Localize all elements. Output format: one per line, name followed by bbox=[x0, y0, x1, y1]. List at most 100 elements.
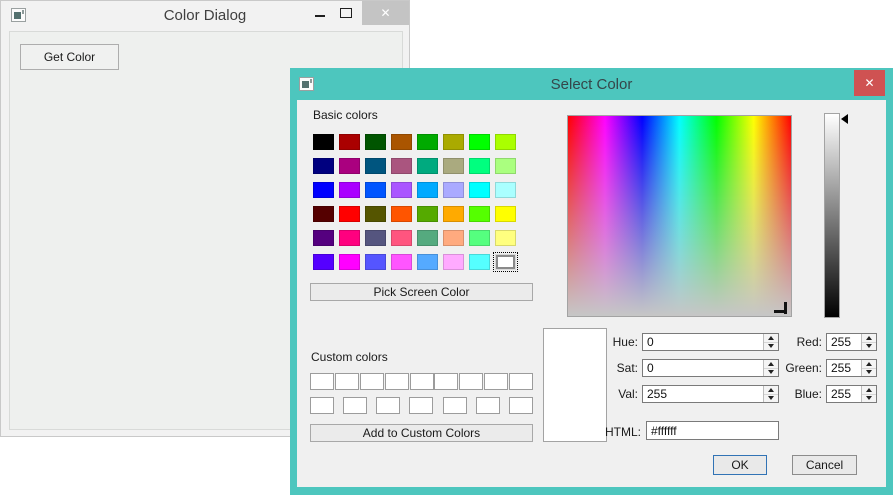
pick-screen-color-button[interactable]: Pick Screen Color bbox=[310, 283, 533, 301]
color-swatch[interactable] bbox=[495, 230, 516, 246]
color-swatch[interactable] bbox=[313, 230, 334, 246]
cancel-button[interactable]: Cancel bbox=[792, 455, 857, 475]
green-input[interactable] bbox=[827, 360, 861, 376]
main-titlebar[interactable]: Color Dialog ✕ bbox=[1, 1, 409, 31]
color-swatch[interactable] bbox=[365, 158, 386, 174]
color-swatch[interactable] bbox=[339, 158, 360, 174]
color-swatch[interactable] bbox=[391, 254, 412, 270]
minimize-button[interactable] bbox=[307, 1, 333, 25]
color-swatch[interactable] bbox=[391, 134, 412, 150]
color-swatch[interactable] bbox=[310, 373, 334, 390]
spin-down-button[interactable] bbox=[862, 369, 876, 377]
color-swatch[interactable] bbox=[495, 182, 516, 198]
color-swatch[interactable] bbox=[443, 134, 464, 150]
color-swatch[interactable] bbox=[417, 134, 438, 150]
color-swatch[interactable] bbox=[443, 158, 464, 174]
color-swatch[interactable] bbox=[313, 206, 334, 222]
luminance-slider[interactable] bbox=[824, 113, 840, 318]
color-swatch[interactable] bbox=[443, 397, 467, 414]
add-to-custom-colors-button[interactable]: Add to Custom Colors bbox=[310, 424, 533, 442]
red-input[interactable] bbox=[827, 334, 861, 350]
arrow-down-icon bbox=[866, 396, 872, 400]
color-swatch[interactable] bbox=[385, 373, 409, 390]
color-swatch[interactable] bbox=[469, 158, 490, 174]
color-swatch[interactable] bbox=[476, 397, 500, 414]
color-swatch[interactable] bbox=[469, 182, 490, 198]
color-swatch[interactable] bbox=[339, 134, 360, 150]
color-swatch[interactable] bbox=[343, 397, 367, 414]
red-spinbox[interactable] bbox=[826, 333, 877, 351]
custom-colors-grid bbox=[310, 373, 533, 414]
color-swatch[interactable] bbox=[495, 206, 516, 222]
color-swatch[interactable] bbox=[469, 206, 490, 222]
color-swatch[interactable] bbox=[339, 254, 360, 270]
color-swatch[interactable] bbox=[365, 206, 386, 222]
color-swatch[interactable] bbox=[469, 230, 490, 246]
spin-arrows bbox=[861, 334, 876, 350]
blue-label: Blue: bbox=[752, 387, 822, 401]
color-swatch[interactable] bbox=[339, 182, 360, 198]
color-swatch[interactable] bbox=[409, 397, 433, 414]
color-swatch[interactable] bbox=[469, 254, 490, 270]
color-swatch[interactable] bbox=[365, 230, 386, 246]
color-swatch[interactable] bbox=[339, 206, 360, 222]
color-swatch[interactable] bbox=[417, 182, 438, 198]
color-swatch[interactable] bbox=[313, 158, 334, 174]
color-swatch[interactable] bbox=[417, 206, 438, 222]
color-swatch[interactable] bbox=[410, 373, 434, 390]
color-swatch[interactable] bbox=[313, 134, 334, 150]
basic-colors-label: Basic colors bbox=[313, 108, 378, 122]
maximize-button[interactable] bbox=[333, 1, 359, 25]
color-swatch[interactable] bbox=[509, 373, 533, 390]
color-swatch[interactable] bbox=[443, 182, 464, 198]
color-swatch[interactable] bbox=[495, 134, 516, 150]
get-color-button[interactable]: Get Color bbox=[20, 44, 119, 70]
color-swatch[interactable] bbox=[335, 373, 359, 390]
luminance-slider-handle-icon[interactable] bbox=[841, 114, 848, 124]
blue-input[interactable] bbox=[827, 386, 861, 402]
color-swatch[interactable] bbox=[443, 230, 464, 246]
color-swatch[interactable] bbox=[495, 158, 516, 174]
spin-down-button[interactable] bbox=[862, 395, 876, 403]
close-button[interactable]: ✕ bbox=[362, 1, 409, 25]
color-swatch[interactable] bbox=[509, 397, 533, 414]
color-swatch[interactable] bbox=[417, 230, 438, 246]
spin-up-button[interactable] bbox=[862, 334, 876, 343]
ok-button[interactable]: OK bbox=[713, 455, 767, 475]
color-swatch[interactable] bbox=[495, 254, 516, 270]
spin-down-button[interactable] bbox=[862, 343, 876, 351]
spin-up-button[interactable] bbox=[862, 360, 876, 369]
color-swatch[interactable] bbox=[417, 158, 438, 174]
color-swatch[interactable] bbox=[376, 397, 400, 414]
color-swatch[interactable] bbox=[434, 373, 458, 390]
color-swatch[interactable] bbox=[391, 206, 412, 222]
color-swatch[interactable] bbox=[443, 254, 464, 270]
html-color-input[interactable] bbox=[646, 421, 779, 440]
color-swatch[interactable] bbox=[365, 134, 386, 150]
color-swatch[interactable] bbox=[391, 230, 412, 246]
color-swatch[interactable] bbox=[417, 254, 438, 270]
val-input[interactable] bbox=[643, 386, 763, 402]
color-swatch[interactable] bbox=[391, 158, 412, 174]
color-swatch[interactable] bbox=[313, 254, 334, 270]
sat-input[interactable] bbox=[643, 360, 763, 376]
dialog-close-button[interactable]: ✕ bbox=[854, 70, 885, 96]
hue-saturation-picker[interactable] bbox=[567, 115, 792, 317]
hue-label: Hue: bbox=[587, 335, 638, 349]
hue-input[interactable] bbox=[643, 334, 763, 350]
color-swatch[interactable] bbox=[365, 182, 386, 198]
color-swatch[interactable] bbox=[443, 206, 464, 222]
color-swatch[interactable] bbox=[339, 230, 360, 246]
arrow-up-icon bbox=[866, 388, 872, 392]
color-swatch[interactable] bbox=[365, 254, 386, 270]
spin-up-button[interactable] bbox=[862, 386, 876, 395]
color-swatch[interactable] bbox=[484, 373, 508, 390]
color-swatch[interactable] bbox=[391, 182, 412, 198]
color-swatch[interactable] bbox=[310, 397, 334, 414]
color-swatch[interactable] bbox=[360, 373, 384, 390]
color-swatch[interactable] bbox=[459, 373, 483, 390]
color-swatch[interactable] bbox=[469, 134, 490, 150]
green-spinbox[interactable] bbox=[826, 359, 877, 377]
blue-spinbox[interactable] bbox=[826, 385, 877, 403]
color-swatch[interactable] bbox=[313, 182, 334, 198]
